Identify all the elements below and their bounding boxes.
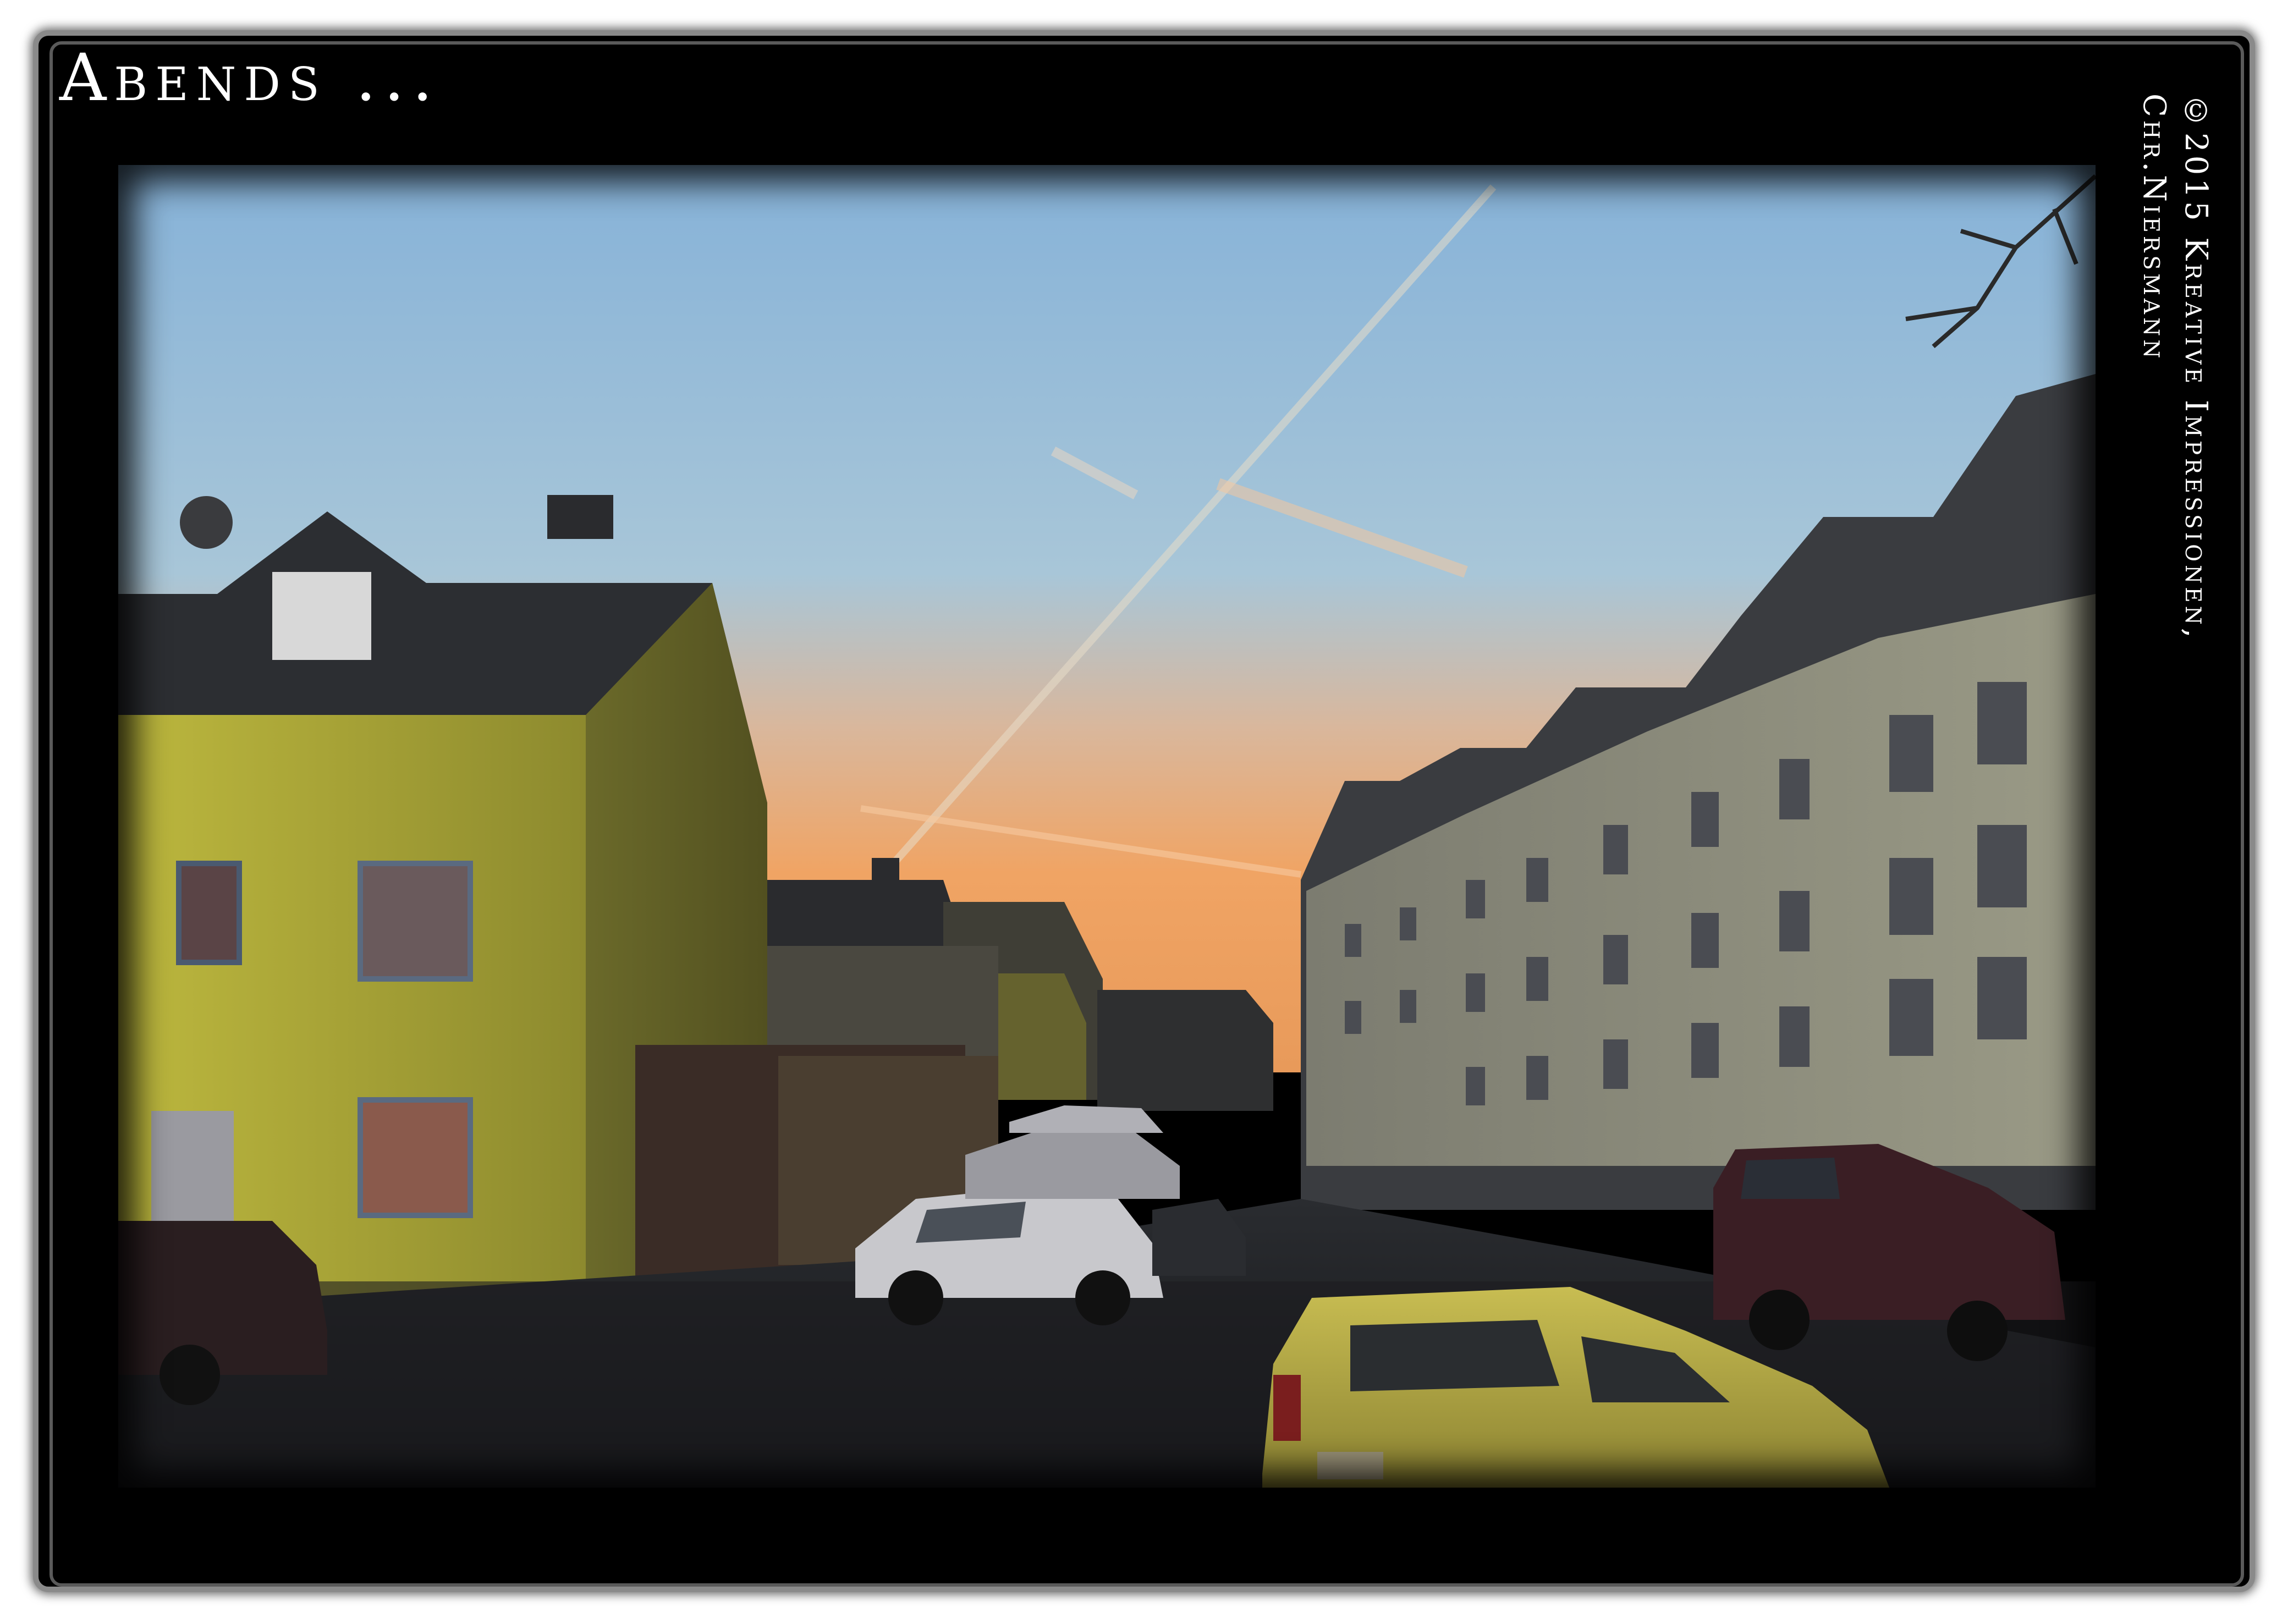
wheel	[888, 1270, 943, 1325]
copyright-line1: ©2015 Kreative Impressionen,	[2178, 93, 2214, 641]
window	[358, 1097, 473, 1218]
dormer-window	[272, 572, 371, 660]
license-plate	[1317, 1452, 1383, 1479]
tail-light	[1273, 1375, 1301, 1441]
window	[358, 861, 473, 982]
window	[176, 861, 242, 965]
copyright-text: ©2015 Kreative Impressionen, Chr.Niersma…	[2134, 93, 2217, 753]
chimney	[547, 495, 613, 539]
parked-car	[1009, 1105, 1163, 1133]
car-window	[1350, 1320, 1559, 1391]
distant-houses	[1097, 990, 1273, 1111]
copyright-line2: Chr.Niersmann	[2136, 93, 2172, 362]
wheel	[1749, 1290, 1810, 1350]
photo	[118, 165, 2096, 1488]
satellite-dish	[180, 496, 233, 549]
chimney	[872, 858, 899, 885]
photo-title: Abends ...	[59, 40, 441, 115]
street-scene	[118, 165, 2096, 1488]
distant-roof	[767, 880, 965, 946]
van-window	[1741, 1158, 1840, 1199]
canvas: Abends ... ©2015 Kreative Impressionen, …	[0, 0, 2293, 1624]
wheel	[160, 1345, 220, 1405]
wheel	[1075, 1270, 1130, 1325]
wheel	[1947, 1301, 2008, 1361]
entrance-door	[151, 1111, 234, 1221]
